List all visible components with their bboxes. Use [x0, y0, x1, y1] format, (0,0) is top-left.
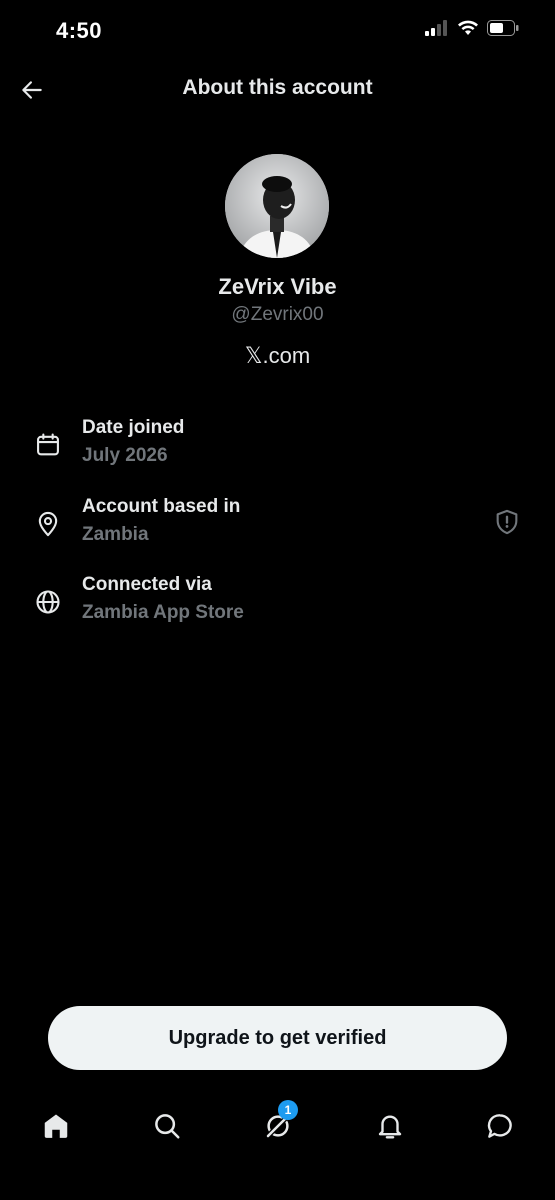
- bell-icon: [378, 1115, 402, 1139]
- avatar-image: [225, 154, 329, 258]
- info-label: Date joined: [82, 417, 185, 438]
- info-account-based-in: Account based in Zambia: [0, 494, 555, 558]
- battery-icon: [487, 20, 519, 36]
- page-title: About this account: [182, 76, 373, 99]
- messages-icon: [487, 1114, 512, 1138]
- nav-grok[interactable]: 1: [258, 1100, 298, 1146]
- info-connected-via: Connected via Zambia App Store: [0, 572, 555, 636]
- search-icon: [155, 1114, 180, 1139]
- status-bar: 4:50: [0, 0, 555, 64]
- notification-badge: 1: [278, 1100, 298, 1120]
- info-date-joined: Date joined July 2026: [0, 415, 555, 479]
- nav-search[interactable]: [147, 1106, 187, 1146]
- wifi-icon: [458, 20, 478, 35]
- status-icons: [425, 20, 519, 36]
- info-label: Connected via: [82, 574, 212, 595]
- location-pin-icon: [38, 511, 58, 537]
- calendar-icon: [37, 433, 59, 456]
- x-com-label: 𝕏.com: [244, 343, 311, 368]
- status-time: 4:50: [56, 18, 103, 43]
- signal-icon: [425, 20, 447, 36]
- info-value: Zambia: [82, 524, 149, 545]
- shield-alert-icon[interactable]: [493, 508, 521, 536]
- info-value: July 2026: [82, 445, 168, 466]
- upgrade-button[interactable]: Upgrade to get verified: [48, 1006, 507, 1070]
- display-name: ZeVrix Vibe: [218, 274, 337, 299]
- globe-icon: [36, 590, 60, 614]
- bottom-nav: 1: [0, 1100, 555, 1150]
- info-label: Account based in: [82, 496, 241, 517]
- info-value: Zambia App Store: [82, 602, 244, 623]
- header: About this account: [0, 64, 555, 116]
- home-indicator-area: [0, 1150, 555, 1200]
- avatar[interactable]: [225, 154, 329, 258]
- nav-notifications[interactable]: [370, 1106, 410, 1146]
- handle: @Zevrix00: [231, 304, 324, 325]
- nav-home[interactable]: [36, 1106, 76, 1146]
- home-icon: [44, 1114, 68, 1138]
- nav-messages[interactable]: [480, 1106, 520, 1146]
